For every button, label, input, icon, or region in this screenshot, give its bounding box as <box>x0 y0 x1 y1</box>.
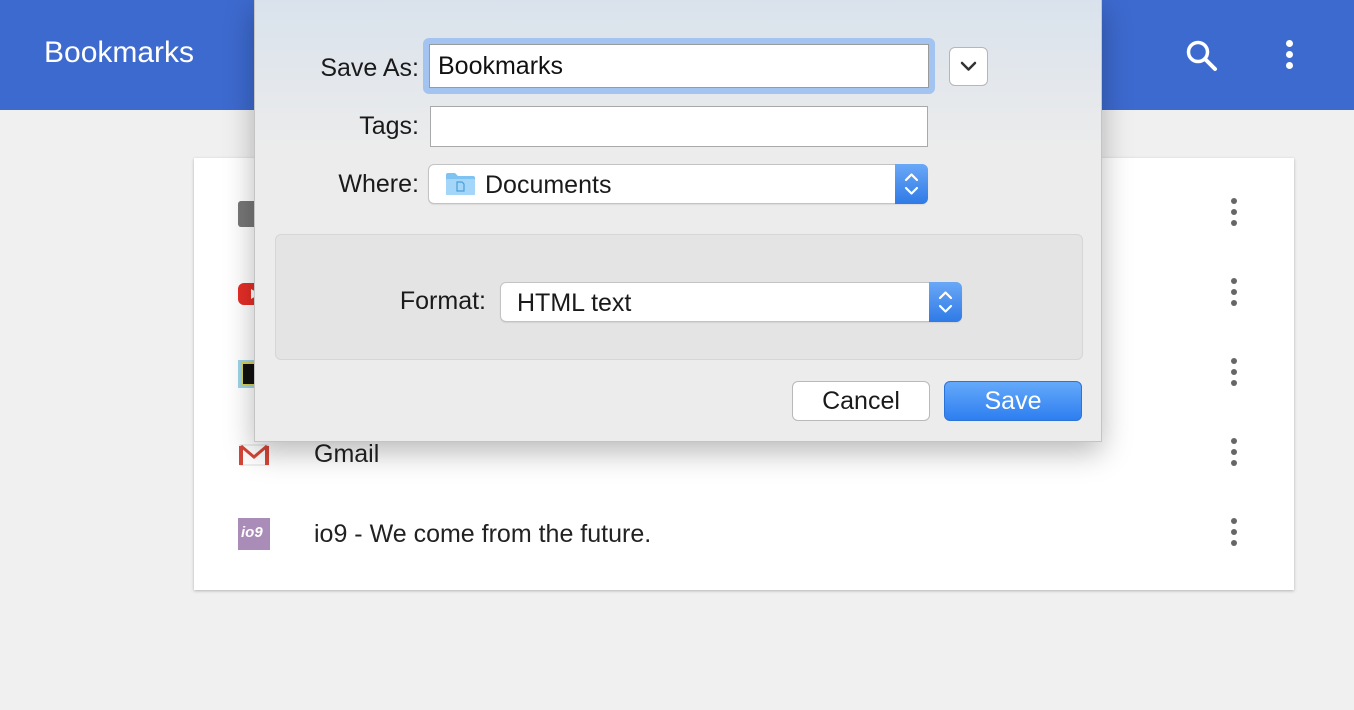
bookmark-title: Gmail <box>314 440 380 468</box>
format-options-panel: Format: HTML text <box>275 234 1083 360</box>
updown-arrows-icon <box>929 282 962 322</box>
bookmark-more-icon[interactable] <box>1222 276 1246 310</box>
bookmark-more-icon[interactable] <box>1222 436 1246 470</box>
save-as-label: Save As: <box>320 54 419 82</box>
bookmark-more-icon[interactable] <box>1222 516 1246 550</box>
tags-label: Tags: <box>359 112 419 140</box>
bookmark-title: io9 - We come from the future. <box>314 520 652 548</box>
format-label: Format: <box>399 287 486 315</box>
updown-arrows-icon <box>895 164 928 204</box>
cancel-button[interactable]: Cancel <box>792 381 930 421</box>
save-as-input[interactable] <box>429 44 929 88</box>
bookmark-more-icon[interactable] <box>1222 196 1246 230</box>
where-popup[interactable]: Documents <box>428 164 928 204</box>
bookmark-more-icon[interactable] <box>1222 356 1246 390</box>
bookmark-row[interactable]: io9 io9 - We come from the future. <box>194 494 1294 574</box>
expand-dialog-button[interactable] <box>949 47 988 86</box>
chevron-down-icon <box>960 61 977 71</box>
save-as-focus-ring <box>423 38 935 94</box>
where-value: Documents <box>485 171 612 199</box>
search-icon[interactable] <box>1184 38 1218 72</box>
io9-icon: io9 <box>238 518 270 550</box>
app-title: Bookmarks <box>44 36 195 69</box>
format-value: HTML text <box>517 289 632 317</box>
format-popup[interactable]: HTML text <box>500 282 962 322</box>
save-button[interactable]: Save <box>944 381 1082 421</box>
more-vert-icon[interactable] <box>1278 38 1302 72</box>
gmail-icon <box>238 438 270 470</box>
tags-input[interactable] <box>430 106 928 147</box>
folder-icon <box>445 172 476 201</box>
where-label: Where: <box>338 170 419 198</box>
io9-icon-text: io9 <box>241 524 263 541</box>
save-dialog: Save As: Tags: Where: Documents Format: <box>254 0 1102 442</box>
